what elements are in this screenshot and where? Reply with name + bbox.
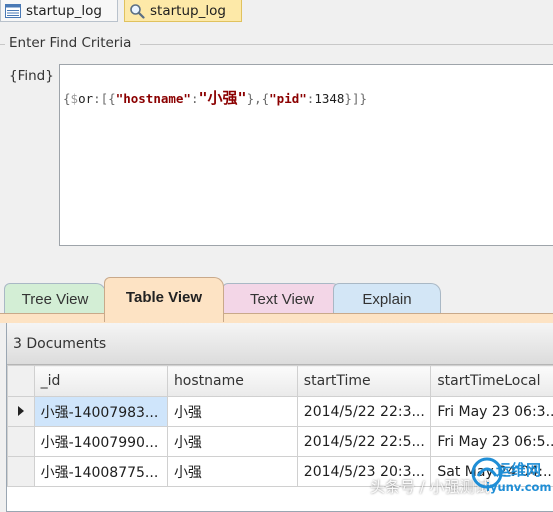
query-punctuation: },{: [247, 91, 270, 106]
tab-label: Text View: [250, 291, 314, 308]
current-row-arrow-icon: [17, 406, 25, 416]
tab-label: Table View: [126, 289, 202, 306]
watermark-brand: 运维网: [496, 459, 541, 480]
watermark-logo: 运维网 iyunv.com: [476, 458, 548, 498]
cell-hostname[interactable]: 小强: [167, 427, 297, 457]
row-selector[interactable]: [8, 457, 35, 487]
cell-hostname[interactable]: 小强: [167, 457, 297, 487]
search-icon: [129, 3, 145, 19]
column-header-hostname[interactable]: hostname: [167, 366, 297, 397]
query-value-pid: 1348: [314, 91, 344, 106]
query-key-hostname: "hostname": [116, 91, 191, 106]
doc-tab-label: startup_log: [150, 3, 226, 19]
find-label: {Find}: [9, 68, 54, 84]
cell-hostname[interactable]: 小强: [167, 397, 297, 427]
row-selector[interactable]: [8, 427, 35, 457]
cell-id[interactable]: 小强-14008775...: [34, 457, 167, 487]
criteria-legend: Enter Find Criteria: [9, 35, 131, 51]
column-header-starttimelocal[interactable]: startTimeLocal: [431, 366, 553, 397]
document-count: 3 Documents: [7, 323, 553, 365]
query-punctuation: :[{: [93, 91, 116, 106]
query-operator: or: [78, 91, 93, 106]
column-header-starttime[interactable]: startTime: [297, 366, 431, 397]
tab-tree-view[interactable]: Tree View: [4, 283, 106, 314]
doc-tab-label: startup_log: [26, 3, 102, 19]
legend-divider-left: [0, 44, 5, 45]
tab-table-view[interactable]: Table View: [104, 277, 224, 322]
cell-starttimelocal[interactable]: Fri May 23 06:3...: [431, 397, 553, 427]
cell-starttimelocal[interactable]: Fri May 23 06:5...: [431, 427, 553, 457]
find-query-editor[interactable]: {$or:[{"hostname":"小强"},{"pid":1348}]}: [59, 64, 553, 246]
tab-text-view[interactable]: Text View: [222, 283, 342, 314]
table-header-row: _id hostname startTime startTimeLocal: [8, 366, 553, 397]
doc-tab-startup-log[interactable]: startup_log: [0, 0, 118, 22]
tab-label: Explain: [362, 291, 411, 308]
doc-tab-startup-log-find[interactable]: startup_log: [124, 0, 242, 22]
row-selector[interactable]: [8, 397, 35, 427]
table-icon: [5, 4, 21, 18]
tab-strip-baseline: [0, 313, 553, 323]
query-key-pid: "pid": [269, 91, 307, 106]
column-header-id[interactable]: _id: [34, 366, 167, 397]
query-prefix: {: [63, 91, 71, 106]
row-header-corner: [8, 366, 35, 397]
cell-id[interactable]: 小强-14007983...: [34, 397, 167, 427]
query-colon: :: [191, 91, 199, 106]
cell-starttime[interactable]: 2014/5/22 22:5...: [297, 427, 431, 457]
legend-divider-right: [140, 44, 553, 45]
tab-label: Tree View: [22, 291, 89, 308]
watermark-url: iyunv.com: [486, 480, 551, 494]
tab-explain[interactable]: Explain: [333, 283, 441, 314]
table-row[interactable]: 小强-14007990... 小强 2014/5/22 22:5... Fri …: [8, 427, 553, 457]
query-dollar: $: [71, 91, 79, 106]
table-row[interactable]: 小强-14007983... 小强 2014/5/22 22:3... Fri …: [8, 397, 553, 427]
query-value-hostname: "小强": [199, 89, 247, 107]
cell-id[interactable]: 小强-14007990...: [34, 427, 167, 457]
query-suffix: }]}: [344, 91, 367, 106]
cell-starttime[interactable]: 2014/5/22 22:3...: [297, 397, 431, 427]
